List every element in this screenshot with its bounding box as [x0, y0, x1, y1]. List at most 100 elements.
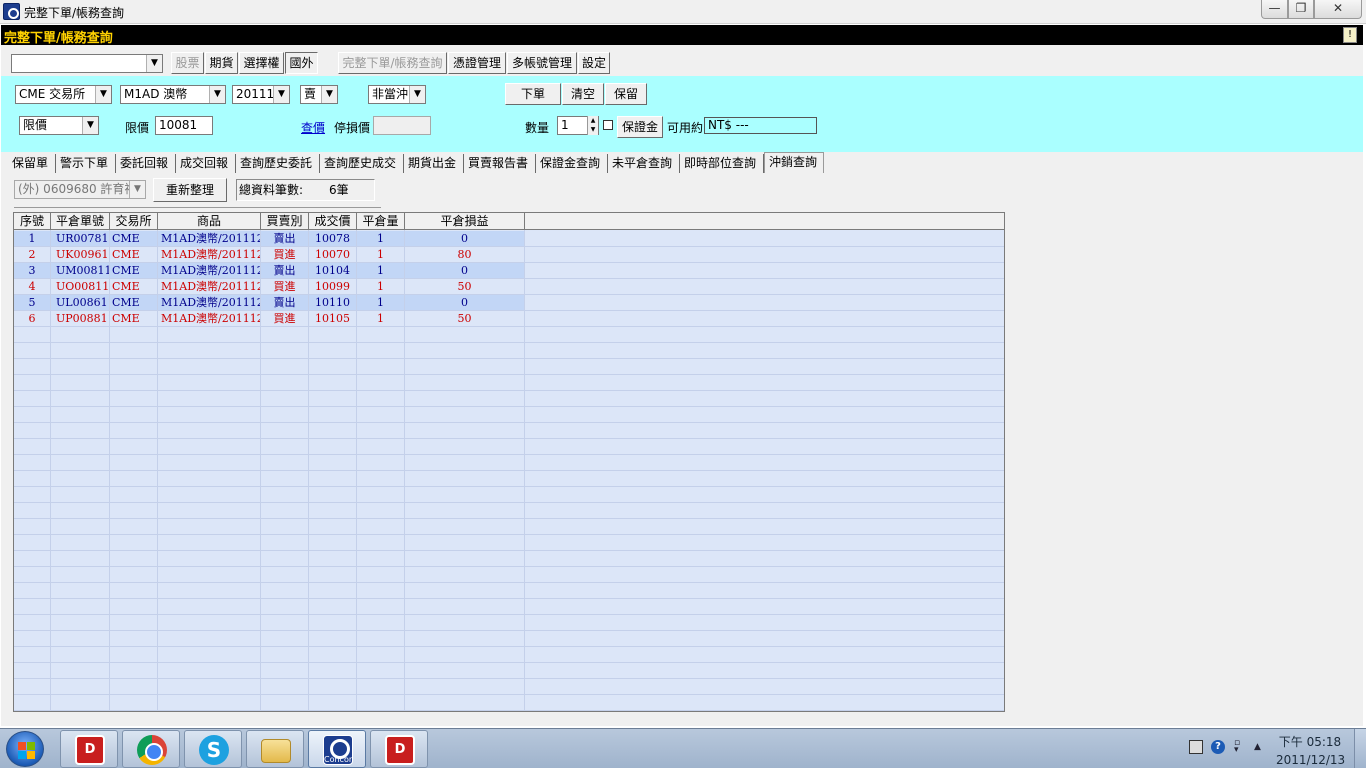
table-row[interactable]	[14, 551, 1004, 567]
table-row[interactable]	[14, 599, 1004, 615]
minimize-button[interactable]: —	[1261, 0, 1288, 19]
maximize-button[interactable]: ❐	[1288, 0, 1314, 19]
table-row[interactable]: 3UM008111CMEM1AD澳幣/201112賣出1010410	[14, 263, 1004, 279]
table-row[interactable]	[14, 567, 1004, 583]
windows-start-icon[interactable]	[6, 731, 44, 767]
notice-icon[interactable]: !	[1343, 27, 1357, 43]
table-row[interactable]: 4UO008111CMEM1AD澳幣/201112買進10099150	[14, 279, 1004, 295]
table-row[interactable]	[14, 487, 1004, 503]
account-select[interactable]: ▼	[11, 54, 163, 73]
query-account-select[interactable]: (外) 0609680 許育祥 ▼	[14, 180, 146, 199]
product-select[interactable]: M1AD 澳幣 ▼	[120, 85, 226, 104]
exchange-select[interactable]: CME 交易所 ▼	[15, 85, 112, 104]
taskbar-chrome[interactable]	[122, 730, 180, 768]
stop-price-input[interactable]	[373, 116, 431, 135]
table-row[interactable]	[14, 519, 1004, 535]
place-order-button[interactable]: 下單	[505, 83, 561, 105]
tab-history-orders[interactable]: 查詢歷史委託	[236, 154, 320, 173]
col-header-qty[interactable]: 平倉量	[357, 213, 405, 229]
clear-button[interactable]: 清空	[562, 83, 604, 105]
table-row[interactable]	[14, 503, 1004, 519]
table-row[interactable]	[14, 439, 1004, 455]
table-row[interactable]	[14, 343, 1004, 359]
full-order-query-button[interactable]: 完整下單/帳務查詢	[338, 52, 447, 74]
keep-button[interactable]: 保留	[605, 83, 647, 105]
table-row[interactable]	[14, 647, 1004, 663]
offset-grid[interactable]: 1 UR007811 CME M1AD澳幣/201112 賣出 10078 1 0 2 UK009…	[13, 212, 1005, 712]
chevron-down-icon: ▼	[273, 86, 289, 103]
tab-open-position[interactable]: 未平倉查詢	[608, 154, 680, 173]
stock-button[interactable]: 股票	[171, 52, 204, 74]
tab-offset-query[interactable]: 沖銷查詢	[764, 152, 824, 173]
offset-select[interactable]: 非當沖 ▼	[368, 85, 426, 104]
tab-realtime-position[interactable]: 即時部位查詢	[680, 154, 764, 173]
price-input[interactable]: 10081	[155, 116, 213, 135]
tab-alert-order[interactable]: 警示下單	[56, 154, 116, 173]
tab-futures-withdraw[interactable]: 期貨出金	[404, 154, 464, 173]
table-row[interactable]	[14, 679, 1004, 695]
table-row[interactable]: 5 UL008611 CME M1AD澳幣/201112 賣出 10110 1 0	[14, 295, 1004, 311]
options-button[interactable]: 選擇權	[239, 52, 284, 74]
refresh-button[interactable]: 重新整理	[153, 178, 227, 202]
option-checkbox[interactable]	[603, 120, 613, 130]
taskbar-concord[interactable]: Concord	[308, 730, 366, 768]
tab-keep-orders[interactable]: 保留單	[8, 154, 56, 173]
table-row[interactable]: 1 UR007811 CME M1AD澳幣/201112 賣出 10078 1 0	[14, 231, 1004, 247]
col-header-seq[interactable]: 序號	[14, 213, 51, 229]
table-row[interactable]	[14, 535, 1004, 551]
cell-pnl: 50	[405, 311, 525, 326]
help-icon[interactable]: ?	[1211, 740, 1225, 754]
tab-trade-report[interactable]: 買賣報告書	[464, 154, 536, 173]
table-row[interactable]	[14, 391, 1004, 407]
table-row[interactable]	[14, 375, 1004, 391]
table-row[interactable]	[14, 455, 1004, 471]
cell-product: M1AD澳幣/201112	[158, 263, 261, 278]
quantity-stepper[interactable]: 1 ▲ ▼	[557, 116, 599, 135]
foreign-button[interactable]: 國外	[285, 52, 318, 74]
table-row[interactable]	[14, 327, 1004, 343]
taskbar-app-2[interactable]: D	[370, 730, 428, 768]
col-header-close-no[interactable]: 平倉單號	[51, 213, 110, 229]
taskbar-skype[interactable]: S	[184, 730, 242, 768]
settings-button[interactable]: 設定	[578, 52, 610, 74]
table-row[interactable]: 2 UK009611 CME M1AD澳幣/201112 買進 10070 1 80	[14, 247, 1004, 263]
tab-fill-report[interactable]: 成交回報	[176, 154, 236, 173]
network-icon[interactable]: ▫ ▾	[1234, 739, 1248, 755]
margin-button[interactable]: 保證金	[617, 116, 663, 138]
keyboard-icon[interactable]	[1189, 740, 1203, 754]
tray-expand-icon[interactable]: ▲	[1254, 740, 1268, 754]
spin-arrows-icon[interactable]: ▲ ▼	[587, 116, 598, 135]
side-select[interactable]: 賣 ▼	[300, 85, 338, 104]
price-type-select[interactable]: 限價 ▼	[19, 116, 99, 135]
tab-order-report[interactable]: 委託回報	[116, 154, 176, 173]
query-price-link[interactable]: 查價	[301, 119, 325, 136]
cert-manage-button[interactable]: 憑證管理	[448, 52, 506, 74]
table-row[interactable]	[14, 583, 1004, 599]
tab-history-fills[interactable]: 查詢歷史成交	[320, 154, 404, 173]
taskbar-app-1[interactable]: D	[60, 730, 118, 768]
table-row[interactable]	[14, 615, 1004, 631]
table-row[interactable]	[14, 631, 1004, 647]
folder-icon	[261, 739, 291, 763]
table-row[interactable]	[14, 359, 1004, 375]
col-header-price[interactable]: 成交價	[309, 213, 357, 229]
col-header-side[interactable]: 買賣別	[261, 213, 309, 229]
col-header-pnl[interactable]: 平倉損益	[405, 213, 525, 229]
table-row[interactable]	[14, 407, 1004, 423]
table-row[interactable]	[14, 695, 1004, 711]
table-row[interactable]	[14, 471, 1004, 487]
table-row[interactable]: 6 UP008811 CME M1AD澳幣/201112 買進 10105 1 50	[14, 311, 1004, 327]
show-desktop-button[interactable]	[1354, 729, 1366, 768]
window-titlebar: 完整下單/帳務查詢 — ❐ ✕	[0, 0, 1366, 24]
futures-button[interactable]: 期貨	[205, 52, 238, 74]
close-button[interactable]: ✕	[1314, 0, 1362, 19]
taskbar-explorer[interactable]	[246, 730, 304, 768]
table-row[interactable]	[14, 423, 1004, 439]
col-header-exchange[interactable]: 交易所	[110, 213, 158, 229]
table-row[interactable]	[14, 663, 1004, 679]
tab-margin-query[interactable]: 保證金查詢	[536, 154, 608, 173]
clock[interactable]: 下午 05:18 2011/12/13	[1276, 733, 1345, 767]
col-header-product[interactable]: 商品	[158, 213, 261, 229]
multi-account-button[interactable]: 多帳號管理	[507, 52, 577, 74]
month-select[interactable]: 201112 ▼	[232, 85, 290, 104]
